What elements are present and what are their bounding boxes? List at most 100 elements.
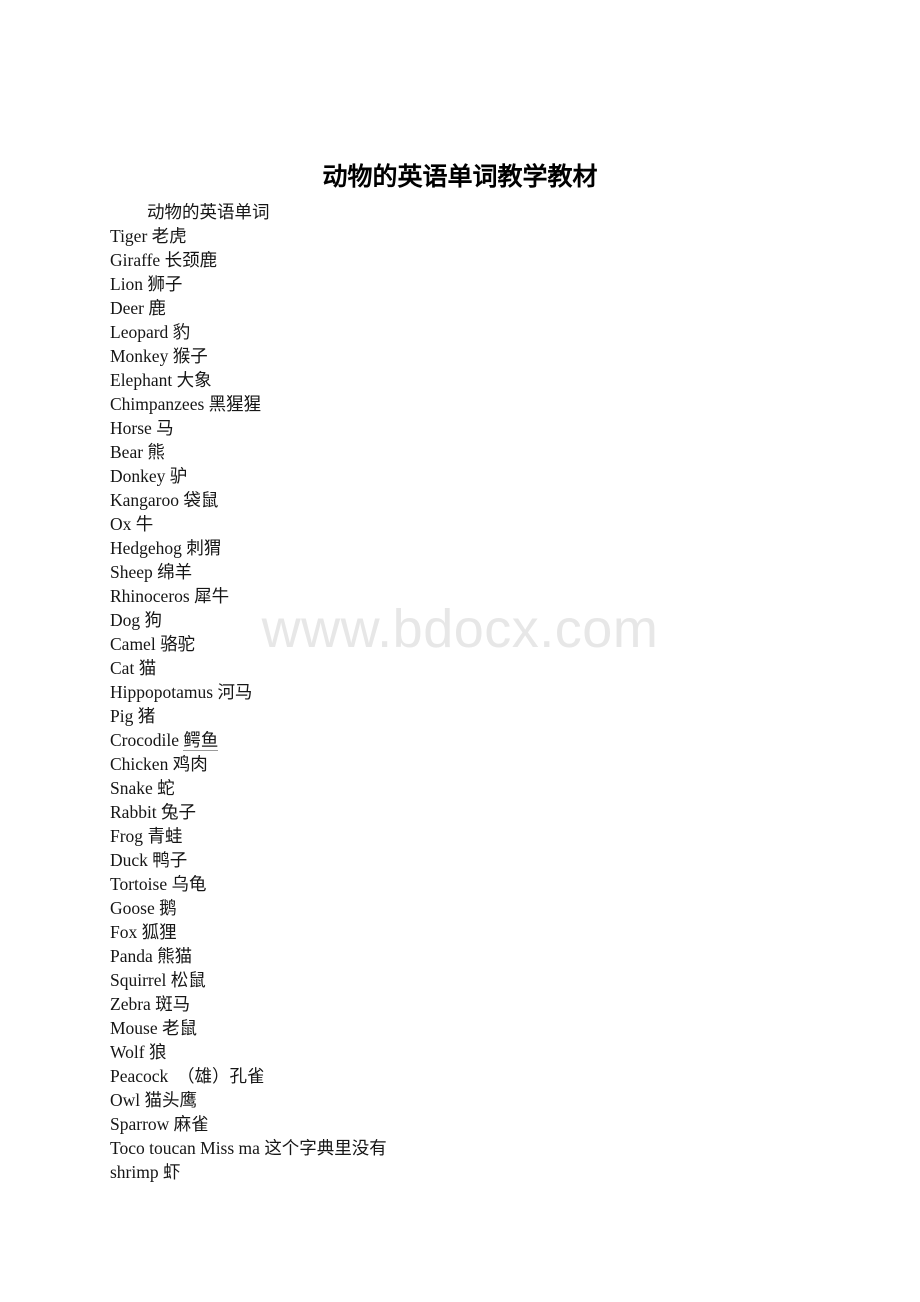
entry-chinese: 鳄鱼: [183, 730, 219, 751]
entry-chinese: 熊: [147, 442, 165, 462]
entry-english: Frog: [110, 826, 144, 846]
entry-english: Fox: [110, 922, 138, 942]
document-page: www.bdocx.com 动物的英语单词教学教材 动物的英语单词 Tiger …: [0, 0, 920, 1302]
list-item: Horse 马: [110, 416, 810, 440]
entry-chinese: 鸭子: [152, 850, 188, 870]
list-item: Owl 猫头鹰: [110, 1088, 810, 1112]
list-item: Leopard 豹: [110, 320, 810, 344]
list-item: Rabbit 兔子: [110, 800, 810, 824]
entry-chinese: 河马: [217, 682, 253, 702]
page-title: 动物的英语单词教学教材: [322, 163, 598, 191]
entry-english: Tiger: [110, 226, 148, 246]
entry-chinese: 袋鼠: [183, 490, 219, 510]
list-item: Tiger 老虎: [110, 224, 810, 248]
list-item: Crocodile 鳄鱼: [110, 728, 810, 752]
entry-chinese: 鹿: [148, 298, 166, 318]
entry-chinese: （雄）孔雀: [172, 1066, 265, 1086]
entry-chinese: 狐狸: [141, 922, 177, 942]
list-item: Snake 蛇: [110, 776, 810, 800]
list-item: Goose 鹅: [110, 896, 810, 920]
list-item: Sparrow 麻雀: [110, 1112, 810, 1136]
entry-english: Donkey: [110, 466, 166, 486]
entry-chinese: 犀牛: [194, 586, 230, 606]
list-item: Monkey 猴子: [110, 344, 810, 368]
entry-chinese: 松鼠: [170, 970, 206, 990]
entry-english: Camel: [110, 634, 156, 654]
list-item: Giraffe 长颈鹿: [110, 248, 810, 272]
entry-english: Snake: [110, 778, 153, 798]
entry-english: Ox: [110, 514, 132, 534]
entry-english: Leopard: [110, 322, 169, 342]
entry-chinese: 骆驼: [160, 634, 196, 654]
entry-chinese: 狼: [148, 1042, 167, 1062]
entry-english: Chimpanzees: [110, 394, 205, 414]
list-item: Frog 青蛙: [110, 824, 810, 848]
vocabulary-list: 动物的英语单词 Tiger 老虎 Giraffe 长颈鹿 Lion 狮子 Deer 鹿…: [110, 200, 810, 1184]
list-item: Ox 牛: [110, 512, 810, 536]
entry-english: Elephant: [110, 370, 173, 390]
list-item: Camel 骆驼: [110, 632, 810, 656]
entry-english: Squirrel: [110, 970, 167, 990]
entry-chinese: 猪: [137, 706, 156, 726]
entry-chinese: 狮子: [147, 274, 183, 294]
list-item: Lion 狮子: [110, 272, 810, 296]
entry-chinese: 驴: [169, 466, 188, 486]
entry-chinese: 大象: [176, 370, 212, 390]
entry-chinese: 鹅: [159, 898, 177, 918]
entry-chinese: 蛇: [157, 778, 175, 798]
list-item: Deer 鹿: [110, 296, 810, 320]
list-item: Kangaroo 袋鼠: [110, 488, 810, 512]
entry-chinese: 猫: [138, 658, 157, 678]
list-item: Toco toucan Miss ma 这个字典里没有: [110, 1136, 810, 1160]
entry-chinese: 绵羊: [157, 562, 193, 582]
list-item: Chicken 鸡肉: [110, 752, 810, 776]
entry-english: Horse: [110, 418, 152, 438]
entry-english: Rhinoceros: [110, 586, 190, 606]
entry-english: Duck: [110, 850, 148, 870]
entry-chinese: 乌龟: [171, 874, 207, 894]
entry-english: Bear: [110, 442, 144, 462]
entry-chinese: 老鼠: [162, 1018, 198, 1038]
list-item: Pig 猪: [110, 704, 810, 728]
list-item: Chimpanzees 黑猩猩: [110, 392, 810, 416]
entry-chinese: 牛: [135, 514, 154, 534]
entry-english: Goose: [110, 898, 155, 918]
list-heading: 动物的英语单词: [147, 202, 270, 222]
list-item: Sheep 绵羊: [110, 560, 810, 584]
entry-chinese: 刺猬: [186, 538, 222, 558]
vocabulary-entries: Tiger 老虎 Giraffe 长颈鹿 Lion 狮子 Deer 鹿 Leopard …: [110, 224, 810, 1184]
list-item: Squirrel 松鼠: [110, 968, 810, 992]
entry-chinese: 青蛙: [147, 826, 183, 846]
entry-chinese: 这个字典里没有: [264, 1138, 387, 1158]
list-item: Wolf 狼: [110, 1040, 810, 1064]
entry-english: Monkey: [110, 346, 169, 366]
entry-chinese: 猫头鹰: [144, 1090, 198, 1110]
entry-english: Peacock: [110, 1066, 169, 1086]
list-item: Peacock （雄）孔雀: [110, 1064, 810, 1088]
entry-chinese: 鸡肉: [172, 754, 208, 774]
list-item: Zebra 斑马: [110, 992, 810, 1016]
list-item: Hedgehog 刺猬: [110, 536, 810, 560]
list-item: Rhinoceros 犀牛: [110, 584, 810, 608]
entry-english: Crocodile: [110, 730, 180, 750]
entry-english: Sparrow: [110, 1114, 170, 1134]
entry-english: Hedgehog: [110, 538, 182, 558]
entry-english: Sheep: [110, 562, 153, 582]
entry-english: Kangaroo: [110, 490, 180, 510]
entry-chinese: 斑马: [155, 994, 191, 1014]
entry-chinese: 老虎: [151, 226, 187, 246]
entry-english: Hippopotamus: [110, 682, 214, 702]
entry-chinese: 长颈鹿: [164, 250, 218, 270]
entry-english: Toco toucan Miss ma: [110, 1138, 260, 1158]
entry-english: Mouse: [110, 1018, 158, 1038]
entry-english: Zebra: [110, 994, 151, 1014]
list-item: Fox 狐狸: [110, 920, 810, 944]
list-item: Dog 狗: [110, 608, 810, 632]
list-item: Tortoise 乌龟: [110, 872, 810, 896]
list-item: Hippopotamus 河马: [110, 680, 810, 704]
list-item: Cat 猫: [110, 656, 810, 680]
entry-english: Wolf: [110, 1042, 145, 1062]
entry-english: Rabbit: [110, 802, 157, 822]
entry-english: Pig: [110, 706, 134, 726]
entry-english: Lion: [110, 274, 144, 294]
